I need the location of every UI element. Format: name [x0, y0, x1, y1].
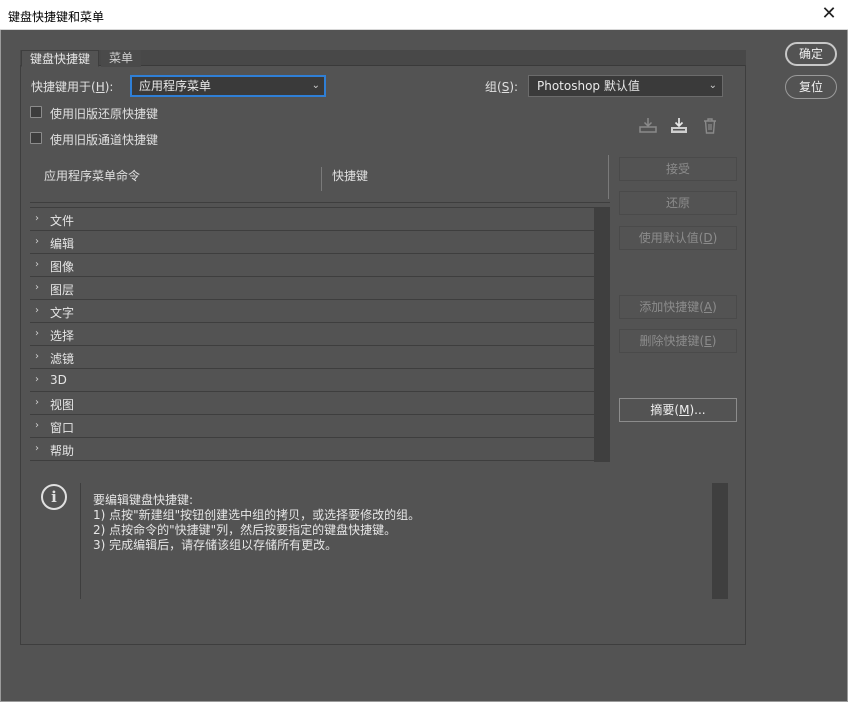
chevron-down-icon: ⌄ — [708, 80, 717, 91]
list-item[interactable]: › 文件 — [30, 208, 594, 231]
list-item[interactable]: › 3D — [30, 369, 594, 392]
chevron-right-icon[interactable]: › — [35, 420, 39, 431]
shortcuts-for-label: 快捷键用于(H): — [31, 80, 114, 94]
list-item[interactable]: › 文字 — [30, 300, 594, 323]
list-item[interactable]: › 图层 — [30, 277, 594, 300]
list-item[interactable]: › 滤镜 — [30, 346, 594, 369]
ok-button[interactable]: 确定 — [785, 42, 837, 66]
summarize-button[interactable]: 摘要(M)... — [619, 398, 737, 422]
chevron-right-icon[interactable]: › — [35, 236, 39, 247]
dialog-body: 键盘快捷键 菜单 快捷键用于(H): 应用程序菜单 ⌄ 组(S): Photos… — [0, 30, 848, 702]
header-edge — [608, 155, 609, 199]
title-bar: 键盘快捷键和菜单 ✕ — [0, 0, 848, 30]
chevron-right-icon[interactable]: › — [35, 397, 39, 408]
column-shortcut-header: 快捷键 — [332, 169, 369, 183]
new-set-icon[interactable] — [668, 115, 690, 137]
legacy-undo-label: 使用旧版还原快捷键 — [50, 107, 159, 121]
info-text: 要编辑键盘快捷键: 1) 点按"新建组"按钮创建选中组的拷贝，或选择要修改的组。 2… — [93, 493, 421, 552]
save-set-icon[interactable] — [637, 115, 659, 137]
accept-button[interactable]: 接受 — [619, 157, 737, 181]
column-divider[interactable] — [321, 167, 322, 191]
delete-shortcut-button[interactable]: 删除快捷键(E) — [619, 329, 737, 353]
delete-set-icon[interactable] — [699, 115, 721, 137]
legacy-channel-checkbox[interactable] — [30, 132, 42, 144]
chevron-right-icon[interactable]: › — [35, 328, 39, 339]
chevron-down-icon: ⌄ — [311, 80, 320, 91]
list-item[interactable]: › 窗口 — [30, 415, 594, 438]
legacy-undo-checkbox[interactable] — [30, 106, 42, 118]
column-command-header: 应用程序菜单命令 — [44, 169, 141, 183]
chevron-right-icon[interactable]: › — [35, 305, 39, 316]
chevron-right-icon[interactable]: › — [35, 351, 39, 362]
window-title: 键盘快捷键和菜单 — [8, 10, 105, 24]
command-list: › 文件 › 编辑 › 图像 › 图层 › 文字 › 选择 › 滤镜 › 3D › 视图 › 窗口 … — [30, 207, 610, 462]
legacy-channel-label: 使用旧版通道快捷键 — [50, 133, 159, 147]
reset-button[interactable]: 复位 — [785, 75, 837, 99]
shortcuts-for-value: 应用程序菜单 — [139, 79, 212, 93]
list-item[interactable]: › 帮助 — [30, 438, 594, 461]
set-value: Photoshop 默认值 — [537, 79, 640, 93]
list-item[interactable]: › 图像 — [30, 254, 594, 277]
list-item[interactable]: › 选择 — [30, 323, 594, 346]
shortcuts-for-select[interactable]: 应用程序菜单 ⌄ — [130, 75, 326, 97]
close-icon[interactable]: ✕ — [818, 4, 840, 26]
chevron-right-icon[interactable]: › — [35, 282, 39, 293]
list-item[interactable]: › 视图 — [30, 392, 594, 415]
set-label: 组(S): — [485, 80, 519, 94]
set-select[interactable]: Photoshop 默认值 ⌄ — [528, 75, 723, 97]
list-item[interactable]: › 编辑 — [30, 231, 594, 254]
chevron-right-icon[interactable]: › — [35, 213, 39, 224]
info-scrollbar[interactable] — [712, 483, 728, 599]
chevron-right-icon[interactable]: › — [35, 259, 39, 270]
chevron-right-icon[interactable]: › — [35, 443, 39, 454]
info-icon: i — [41, 484, 67, 510]
list-scrollbar[interactable] — [594, 208, 610, 462]
chevron-right-icon[interactable]: › — [35, 374, 39, 385]
add-shortcut-button[interactable]: 添加快捷键(A) — [619, 295, 737, 319]
list-header: 应用程序菜单命令 快捷键 — [30, 155, 610, 203]
undo-button[interactable]: 还原 — [619, 191, 737, 215]
info-box: 要编辑键盘快捷键: 1) 点按"新建组"按钮创建选中组的拷贝，或选择要修改的组。 2… — [80, 483, 728, 599]
use-default-button[interactable]: 使用默认值(D) — [619, 226, 737, 250]
